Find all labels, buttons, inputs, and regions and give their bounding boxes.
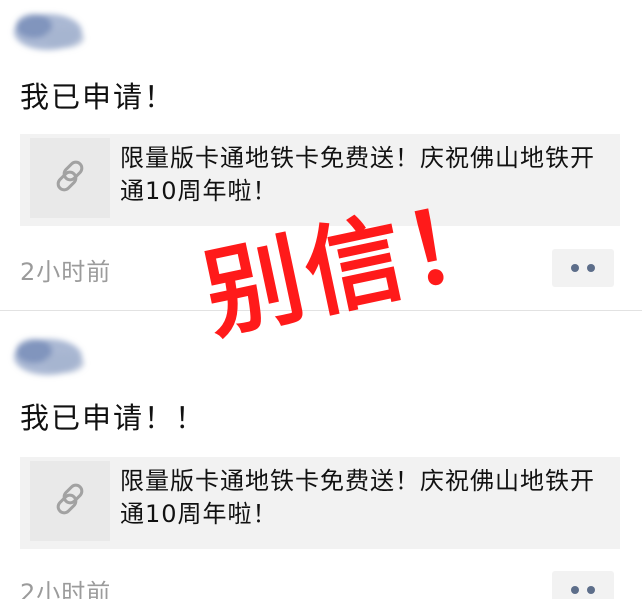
more-dots-icon	[587, 264, 595, 272]
more-dots-icon	[571, 264, 579, 272]
more-dots-icon	[587, 586, 595, 594]
blurred-avatar[interactable]	[4, 2, 96, 64]
link-thumbnail	[30, 461, 110, 541]
shared-link-card[interactable]: 限量版卡通地铁卡免费送！庆祝佛山地铁开通10周年啦！	[20, 457, 620, 549]
more-options-button[interactable]	[552, 571, 614, 599]
link-title: 限量版卡通地铁卡免费送！庆祝佛山地铁开通10周年啦！	[120, 144, 595, 205]
post-text: 我已申请！！	[20, 401, 207, 435]
link-thumbnail	[30, 138, 110, 218]
feed-post: 我已申请！！ 限量版卡通地铁卡免费送！庆祝佛山地铁开通10周年啦！ 2小时前	[0, 311, 642, 599]
post-text: 我已申请！	[20, 80, 176, 114]
link-title: 限量版卡通地铁卡免费送！庆祝佛山地铁开通10周年啦！	[120, 467, 595, 528]
post-timestamp: 2小时前	[20, 579, 112, 599]
shared-link-card[interactable]: 限量版卡通地铁卡免费送！庆祝佛山地铁开通10周年啦！	[20, 134, 620, 226]
more-options-button[interactable]	[552, 249, 614, 287]
moments-feed: 我已申请！ 限量版卡通地铁卡免费送！庆祝佛山地铁开通10周年啦！ 2小时前 我已…	[0, 0, 642, 599]
feed-post: 我已申请！ 限量版卡通地铁卡免费送！庆祝佛山地铁开通10周年啦！ 2小时前	[0, 0, 642, 310]
link-icon	[50, 156, 90, 200]
link-icon	[50, 479, 90, 523]
more-dots-icon	[571, 586, 579, 594]
blurred-avatar[interactable]	[4, 327, 96, 389]
post-timestamp: 2小时前	[20, 258, 112, 286]
